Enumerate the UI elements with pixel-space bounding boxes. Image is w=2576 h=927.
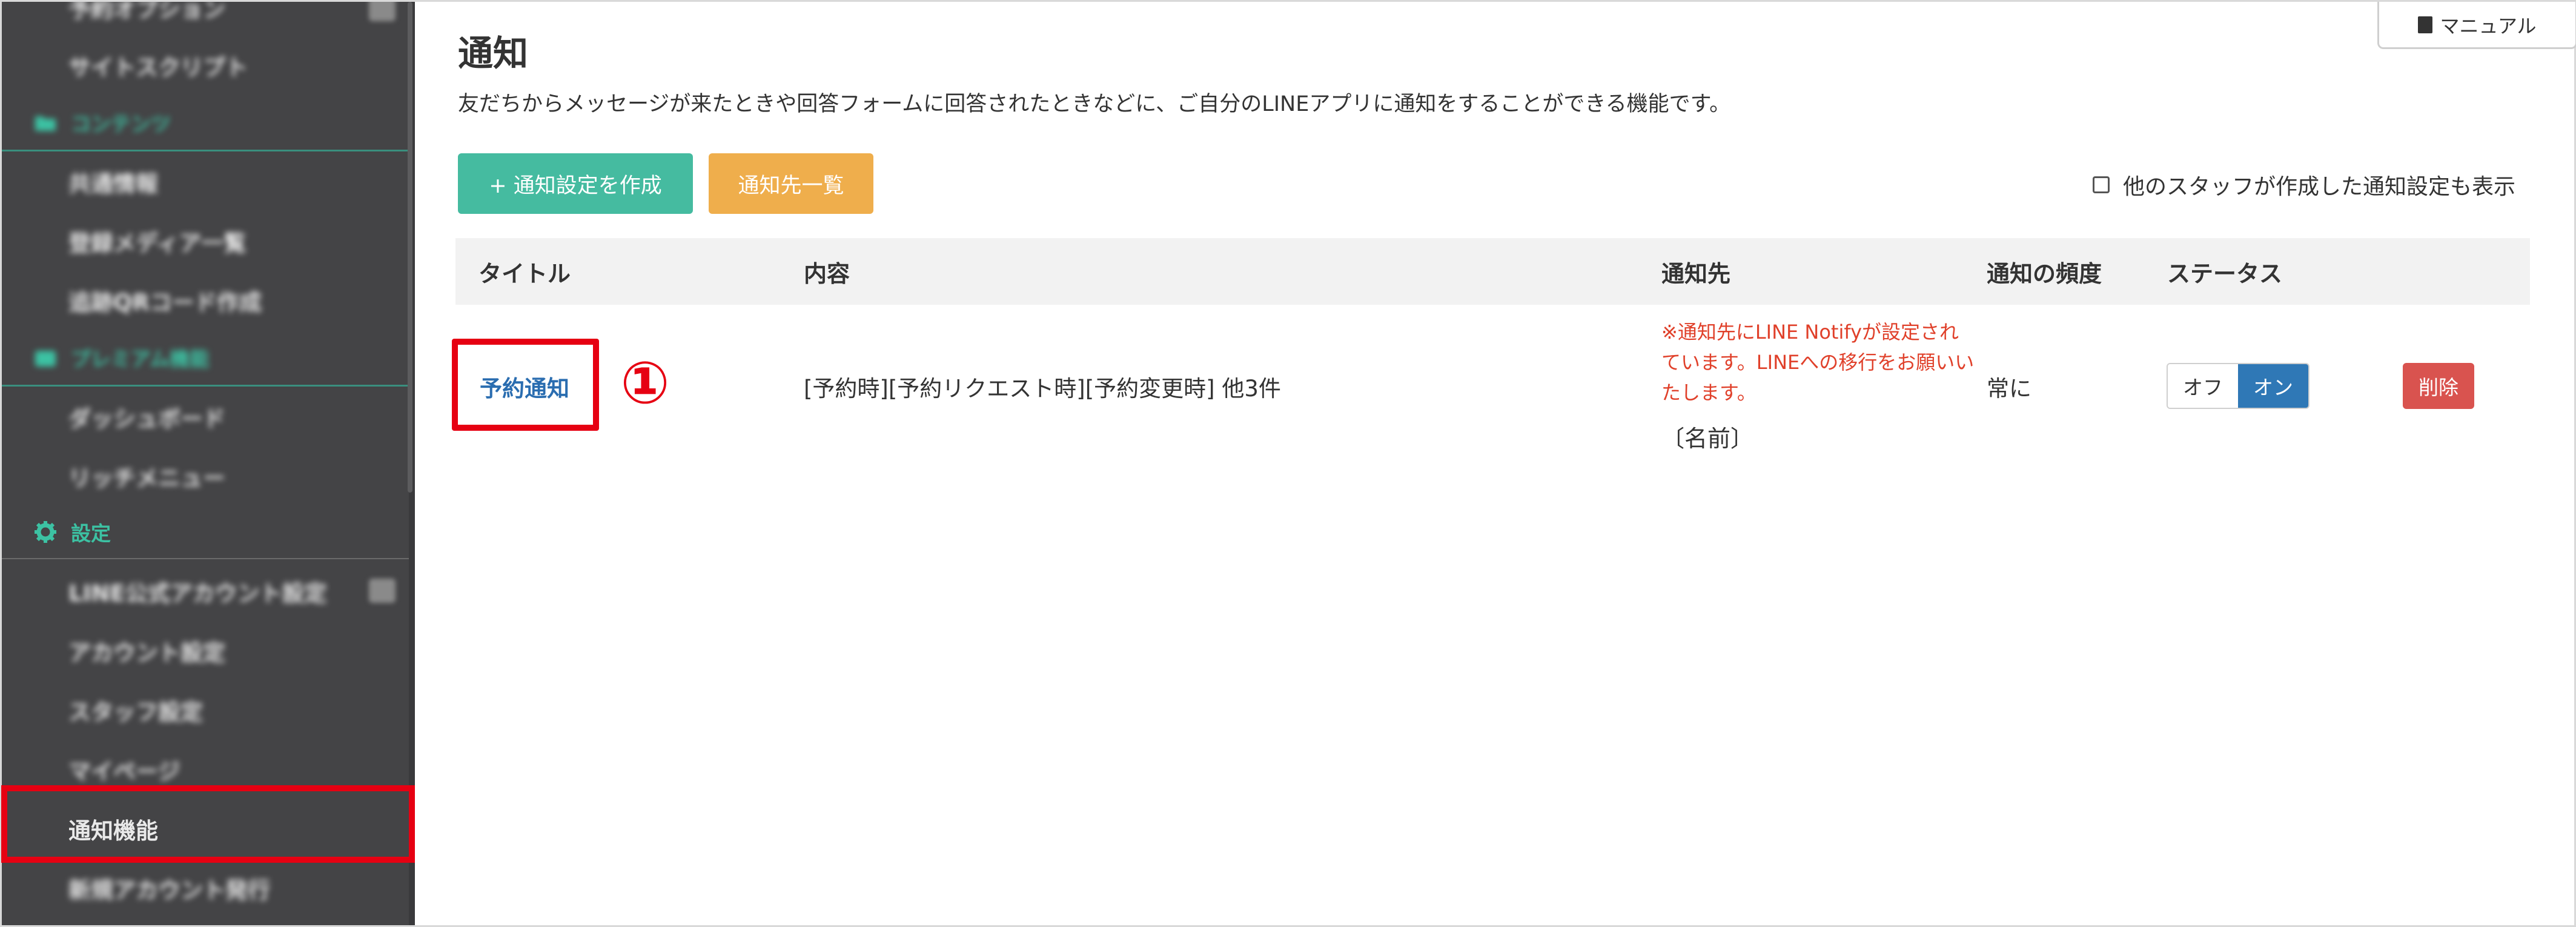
- sidebar-item-reservation-options[interactable]: 予約オプション: [2, 2, 409, 37]
- highlight-box-title: [452, 339, 599, 431]
- destination-list-button[interactable]: 通知先一覧: [709, 153, 873, 214]
- sidebar-section-label: コンテンツ: [71, 112, 171, 136]
- sidebar-item-staff-settings[interactable]: スタッフ設定: [2, 680, 409, 740]
- notification-frequency: 常に: [1987, 376, 2031, 402]
- sidebar-scrollbar[interactable]: [408, 2, 412, 493]
- sidebar-item-label: 登録メディア一覧: [68, 230, 247, 256]
- show-others-toggle[interactable]: 他のスタッフが作成した通知設定も表示: [2093, 169, 2515, 201]
- column-header-status: ステータス: [2167, 260, 2283, 287]
- sidebar-item-label: スタッフ設定: [68, 699, 203, 725]
- book-icon: [2418, 16, 2433, 33]
- page-description: 友だちからメッセージが来たときや回答フォームに回答されたときなどに、ご自分のLI…: [458, 92, 1731, 116]
- main-content: 通知 友だちからメッセージが来たときや回答フォームに回答されたときなどに、ご自分…: [418, 2, 2576, 925]
- highlight-box-sidebar-notification: [1, 785, 415, 863]
- sidebar-divider: [2, 558, 409, 559]
- notification-content: [予約時][予約リクエスト時][予約変更時] 他3件: [804, 376, 1281, 402]
- column-header-title: タイトル: [478, 260, 571, 287]
- sidebar-section-label: 設定: [71, 522, 111, 545]
- show-others-checkbox[interactable]: [2093, 176, 2110, 193]
- manual-label: マニュアル: [2440, 14, 2537, 38]
- sidebar-item-media-list[interactable]: 登録メディア一覧: [2, 211, 409, 271]
- sidebar-item-line-account-settings[interactable]: LINE公式アカウント設定: [2, 562, 409, 621]
- sidebar-section-premium: プレミアム機能: [2, 328, 409, 387]
- sidebar-item-qr-code[interactable]: 追跡QRコード作成: [2, 271, 409, 330]
- sidebar-item-label: 新規アカウント発行: [68, 877, 270, 903]
- premium-icon: [33, 345, 58, 370]
- sidebar-item-label: 追跡QRコード作成: [68, 290, 262, 316]
- create-notification-button[interactable]: + 通知設定を作成: [458, 153, 693, 214]
- sidebar-divider: [2, 385, 409, 387]
- step-marker: ①: [620, 349, 670, 417]
- sidebar-item-label: 共通情報: [68, 171, 158, 197]
- sidebar-item-account-settings[interactable]: アカウント設定: [2, 621, 409, 680]
- sidebar-item-label: ダッシュボード: [68, 406, 225, 432]
- sidebar-section-settings: 設定: [2, 502, 409, 562]
- sidebar-item-label: リッチメニュー: [68, 465, 225, 491]
- column-header-content: 内容: [804, 260, 850, 287]
- folder-icon: [33, 110, 58, 135]
- sidebar-item-badge: [369, 2, 396, 21]
- sidebar-item-rich-menu[interactable]: リッチメニュー: [2, 447, 409, 506]
- sidebar-item-common-info[interactable]: 共通情報: [2, 152, 409, 211]
- status-toggle: オフ オン: [2167, 363, 2309, 409]
- sidebar-item-label: サイトスクリプト: [68, 55, 248, 81]
- table-header: タイトル 内容 通知先 通知の頻度 ステータス: [455, 238, 2530, 305]
- sidebar-section-contents: コンテンツ: [2, 93, 409, 152]
- column-header-frequency: 通知の頻度: [1987, 260, 2102, 287]
- status-on-button[interactable]: オン: [2238, 364, 2308, 408]
- manual-button[interactable]: マニュアル: [2377, 2, 2576, 49]
- sidebar-divider: [2, 150, 409, 151]
- sidebar-section-label: プレミアム機能: [71, 347, 210, 371]
- status-off-button[interactable]: オフ: [2168, 364, 2238, 408]
- delete-button[interactable]: 削除: [2403, 363, 2474, 409]
- line-notify-warning: ※通知先にLINE Notifyが設定されています。LINEへの移行をお願いいた…: [1661, 321, 1975, 404]
- notification-destination: 〔名前〕: [1661, 425, 1754, 452]
- sidebar-item-badge: [369, 579, 396, 603]
- sidebar-item-label: マイページ: [68, 759, 180, 785]
- page-title: 通知: [458, 34, 529, 73]
- gear-icon: [33, 520, 58, 544]
- sidebar-item-label: 予約オプション: [68, 2, 225, 22]
- sidebar-item-dashboard[interactable]: ダッシュボード: [2, 387, 409, 447]
- show-others-label: 他のスタッフが作成した通知設定も表示: [2123, 174, 2516, 199]
- sidebar-item-site-script[interactable]: サイトスクリプト: [2, 36, 409, 95]
- column-header-destination: 通知先: [1661, 260, 1731, 287]
- sidebar-item-label: アカウント設定: [68, 640, 225, 666]
- sidebar-item-new-account[interactable]: 新規アカウント発行: [2, 859, 409, 918]
- sidebar-item-label: LINE公式アカウント設定: [68, 580, 327, 606]
